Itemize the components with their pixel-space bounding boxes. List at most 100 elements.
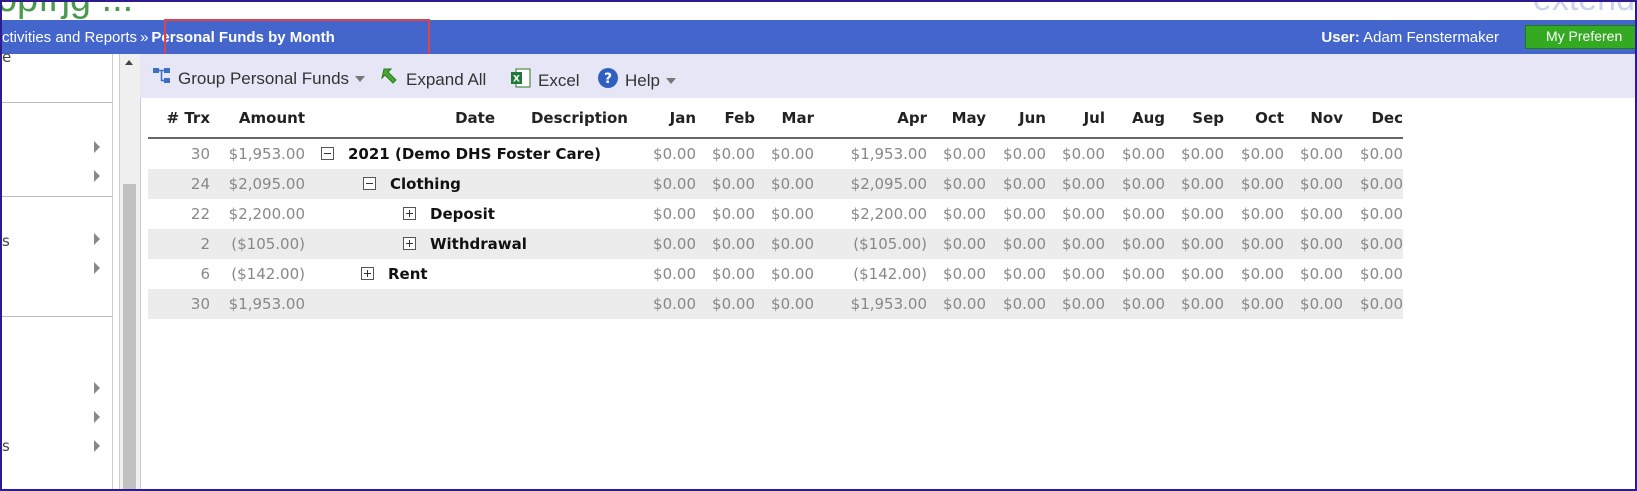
cell-group-label: Withdrawal bbox=[305, 229, 635, 259]
expand-arrow-icon bbox=[380, 67, 400, 92]
column-header-month[interactable]: Dec bbox=[1343, 98, 1403, 139]
breadcrumb-parent-link[interactable]: ctivities and Reports bbox=[2, 29, 137, 46]
breadcrumb-separator: » bbox=[140, 29, 149, 46]
cell-month-amount: $0.00 bbox=[1122, 265, 1165, 283]
cell-trx: 2 bbox=[148, 229, 210, 259]
table-row[interactable]: 6 ($142.00) Rent $0.00 $0.00 $0.00 ($142.00) $0… bbox=[148, 259, 1403, 289]
sidebar-scrollbar[interactable] bbox=[119, 54, 141, 489]
hierarchy-icon bbox=[152, 67, 172, 90]
collapse-minus-icon[interactable] bbox=[363, 177, 376, 190]
cell-trx: 30 bbox=[190, 145, 210, 163]
cell-month-amount: $0.00 bbox=[771, 145, 814, 163]
sidebar-expand-arrow-icon[interactable] bbox=[94, 382, 100, 394]
app-banner: ɔpıŋg ... extend bbox=[2, 2, 1635, 20]
cell-amount: ($142.00) bbox=[231, 265, 305, 283]
cell-month-amount: $0.00 bbox=[1181, 145, 1224, 163]
cell-month-amount: $0.00 bbox=[1284, 289, 1343, 319]
cell-trx: 22 bbox=[190, 205, 210, 223]
sidebar-expand-arrow-icon[interactable] bbox=[94, 141, 100, 153]
cell-month-amount: $0.00 bbox=[712, 205, 755, 223]
scroll-up-arrow-icon[interactable] bbox=[125, 60, 133, 65]
cell-month-amount: $0.00 bbox=[1224, 169, 1284, 199]
column-header-month[interactable]: Jun bbox=[986, 98, 1046, 139]
cell-month-amount: $0.00 bbox=[1343, 289, 1403, 319]
cell-month-amount: $1,953.00 bbox=[814, 289, 927, 319]
column-header-amount[interactable]: Amount bbox=[210, 98, 305, 139]
cell-month-amount: $0.00 bbox=[653, 265, 696, 283]
svg-text:X: X bbox=[513, 75, 520, 85]
column-header-trx[interactable]: # Trx bbox=[148, 98, 210, 139]
excel-export-button[interactable]: X Excel bbox=[510, 67, 580, 94]
cell-month-amount: $0.00 bbox=[1300, 145, 1343, 163]
cell-month-amount: $0.00 bbox=[943, 265, 986, 283]
excel-label: Excel bbox=[538, 70, 580, 90]
column-header-date[interactable]: Date bbox=[305, 109, 495, 127]
sidebar-expand-arrow-icon[interactable] bbox=[94, 411, 100, 423]
cell-month-amount: $0.00 bbox=[927, 289, 986, 319]
expand-plus-icon[interactable] bbox=[361, 267, 374, 280]
group-label: Clothing bbox=[390, 175, 461, 193]
cell-month-amount: $0.00 bbox=[712, 145, 755, 163]
excel-icon: X bbox=[510, 67, 532, 94]
report-toolbar: Group Personal Funds Expand All X Excel … bbox=[140, 54, 1635, 98]
cell-month-amount: $0.00 bbox=[1105, 229, 1165, 259]
cell-month-amount: $0.00 bbox=[1360, 205, 1403, 223]
group-label: 2021 (Demo DHS Foster Care) bbox=[348, 145, 602, 163]
cell-month-amount: $0.00 bbox=[1241, 205, 1284, 223]
cell-month-amount: $0.00 bbox=[1062, 205, 1105, 223]
expand-all-button[interactable]: Expand All bbox=[380, 67, 486, 92]
expand-plus-icon[interactable] bbox=[403, 207, 416, 220]
sidebar: e s s bbox=[2, 48, 113, 489]
table-row[interactable]: 24 $2,095.00 Clothing $0.00 $0.00 $0.00 $2,095… bbox=[148, 169, 1403, 199]
cell-month-amount: $0.00 bbox=[1062, 145, 1105, 163]
sidebar-text-fragment: s bbox=[2, 232, 10, 250]
cell-month-amount: $0.00 bbox=[1105, 169, 1165, 199]
group-personal-funds-button[interactable]: Group Personal Funds bbox=[152, 67, 366, 90]
column-header-description[interactable]: Description bbox=[495, 109, 628, 127]
cell-month-amount: $0.00 bbox=[1284, 229, 1343, 259]
sidebar-expand-arrow-icon[interactable] bbox=[94, 170, 100, 182]
column-header-month[interactable]: Nov bbox=[1284, 98, 1343, 139]
column-header-month[interactable]: Oct bbox=[1224, 98, 1284, 139]
cell-month-amount: $0.00 bbox=[1003, 265, 1046, 283]
help-menu-button[interactable]: ? Help bbox=[597, 67, 676, 94]
group-label: Deposit bbox=[430, 205, 495, 223]
cell-group-label: 2021 (Demo DHS Foster Care) bbox=[305, 138, 635, 169]
cell-month-amount: $0.00 bbox=[1224, 229, 1284, 259]
cell-month-amount: $0.00 bbox=[943, 145, 986, 163]
help-label: Help bbox=[625, 70, 660, 90]
expand-plus-icon[interactable] bbox=[403, 237, 416, 250]
cell-month-amount: ($142.00) bbox=[853, 265, 927, 283]
my-preferences-button[interactable]: My Preferen bbox=[1525, 25, 1635, 49]
cell-month-amount: $0.00 bbox=[755, 289, 814, 319]
scrollbar-thumb[interactable] bbox=[123, 184, 136, 489]
cell-month-amount: $0.00 bbox=[1284, 169, 1343, 199]
cell-month-amount: $0.00 bbox=[771, 205, 814, 223]
sidebar-expand-arrow-icon[interactable] bbox=[94, 262, 100, 274]
column-header-month[interactable]: Jan bbox=[635, 98, 696, 139]
table-row[interactable]: 2 ($105.00) Withdrawal $0.00 $0.00 $0.00 ($105… bbox=[148, 229, 1403, 259]
table-row[interactable]: 30 $1,953.00 2021 (Demo DHS Foster Care) $0… bbox=[148, 138, 1403, 169]
column-header-month[interactable]: Jul bbox=[1046, 98, 1105, 139]
column-header-month[interactable]: Aug bbox=[1105, 98, 1165, 139]
table-row[interactable]: 30 $1,953.00 $0.00 $0.00 $0.00 $1,953.00 $0.00… bbox=[148, 289, 1403, 319]
column-header-month[interactable]: Feb bbox=[696, 98, 755, 139]
user-name: Adam Fenstermaker bbox=[1363, 29, 1499, 46]
cell-month-amount: $0.00 bbox=[635, 229, 696, 259]
cell-month-amount: $0.00 bbox=[1343, 169, 1403, 199]
column-header-month[interactable]: Apr bbox=[814, 98, 927, 139]
cell-month-amount: $0.00 bbox=[1300, 205, 1343, 223]
cell-month-amount: $0.00 bbox=[1165, 169, 1224, 199]
sidebar-expand-arrow-icon[interactable] bbox=[94, 440, 100, 452]
collapse-minus-icon[interactable] bbox=[321, 147, 334, 160]
column-header-month[interactable]: Sep bbox=[1165, 98, 1224, 139]
help-icon: ? bbox=[597, 67, 619, 94]
sidebar-expand-arrow-icon[interactable] bbox=[94, 233, 100, 245]
cell-month-amount: $0.00 bbox=[1181, 265, 1224, 283]
chevron-down-icon bbox=[355, 75, 366, 82]
cell-month-amount: $0.00 bbox=[1360, 145, 1403, 163]
cell-group-label bbox=[305, 289, 635, 319]
column-header-month[interactable]: May bbox=[927, 98, 986, 139]
column-header-month[interactable]: Mar bbox=[755, 98, 814, 139]
table-row[interactable]: 22 $2,200.00 Deposit $0.00 $0.00 $0.00 $2,200.… bbox=[148, 199, 1403, 229]
